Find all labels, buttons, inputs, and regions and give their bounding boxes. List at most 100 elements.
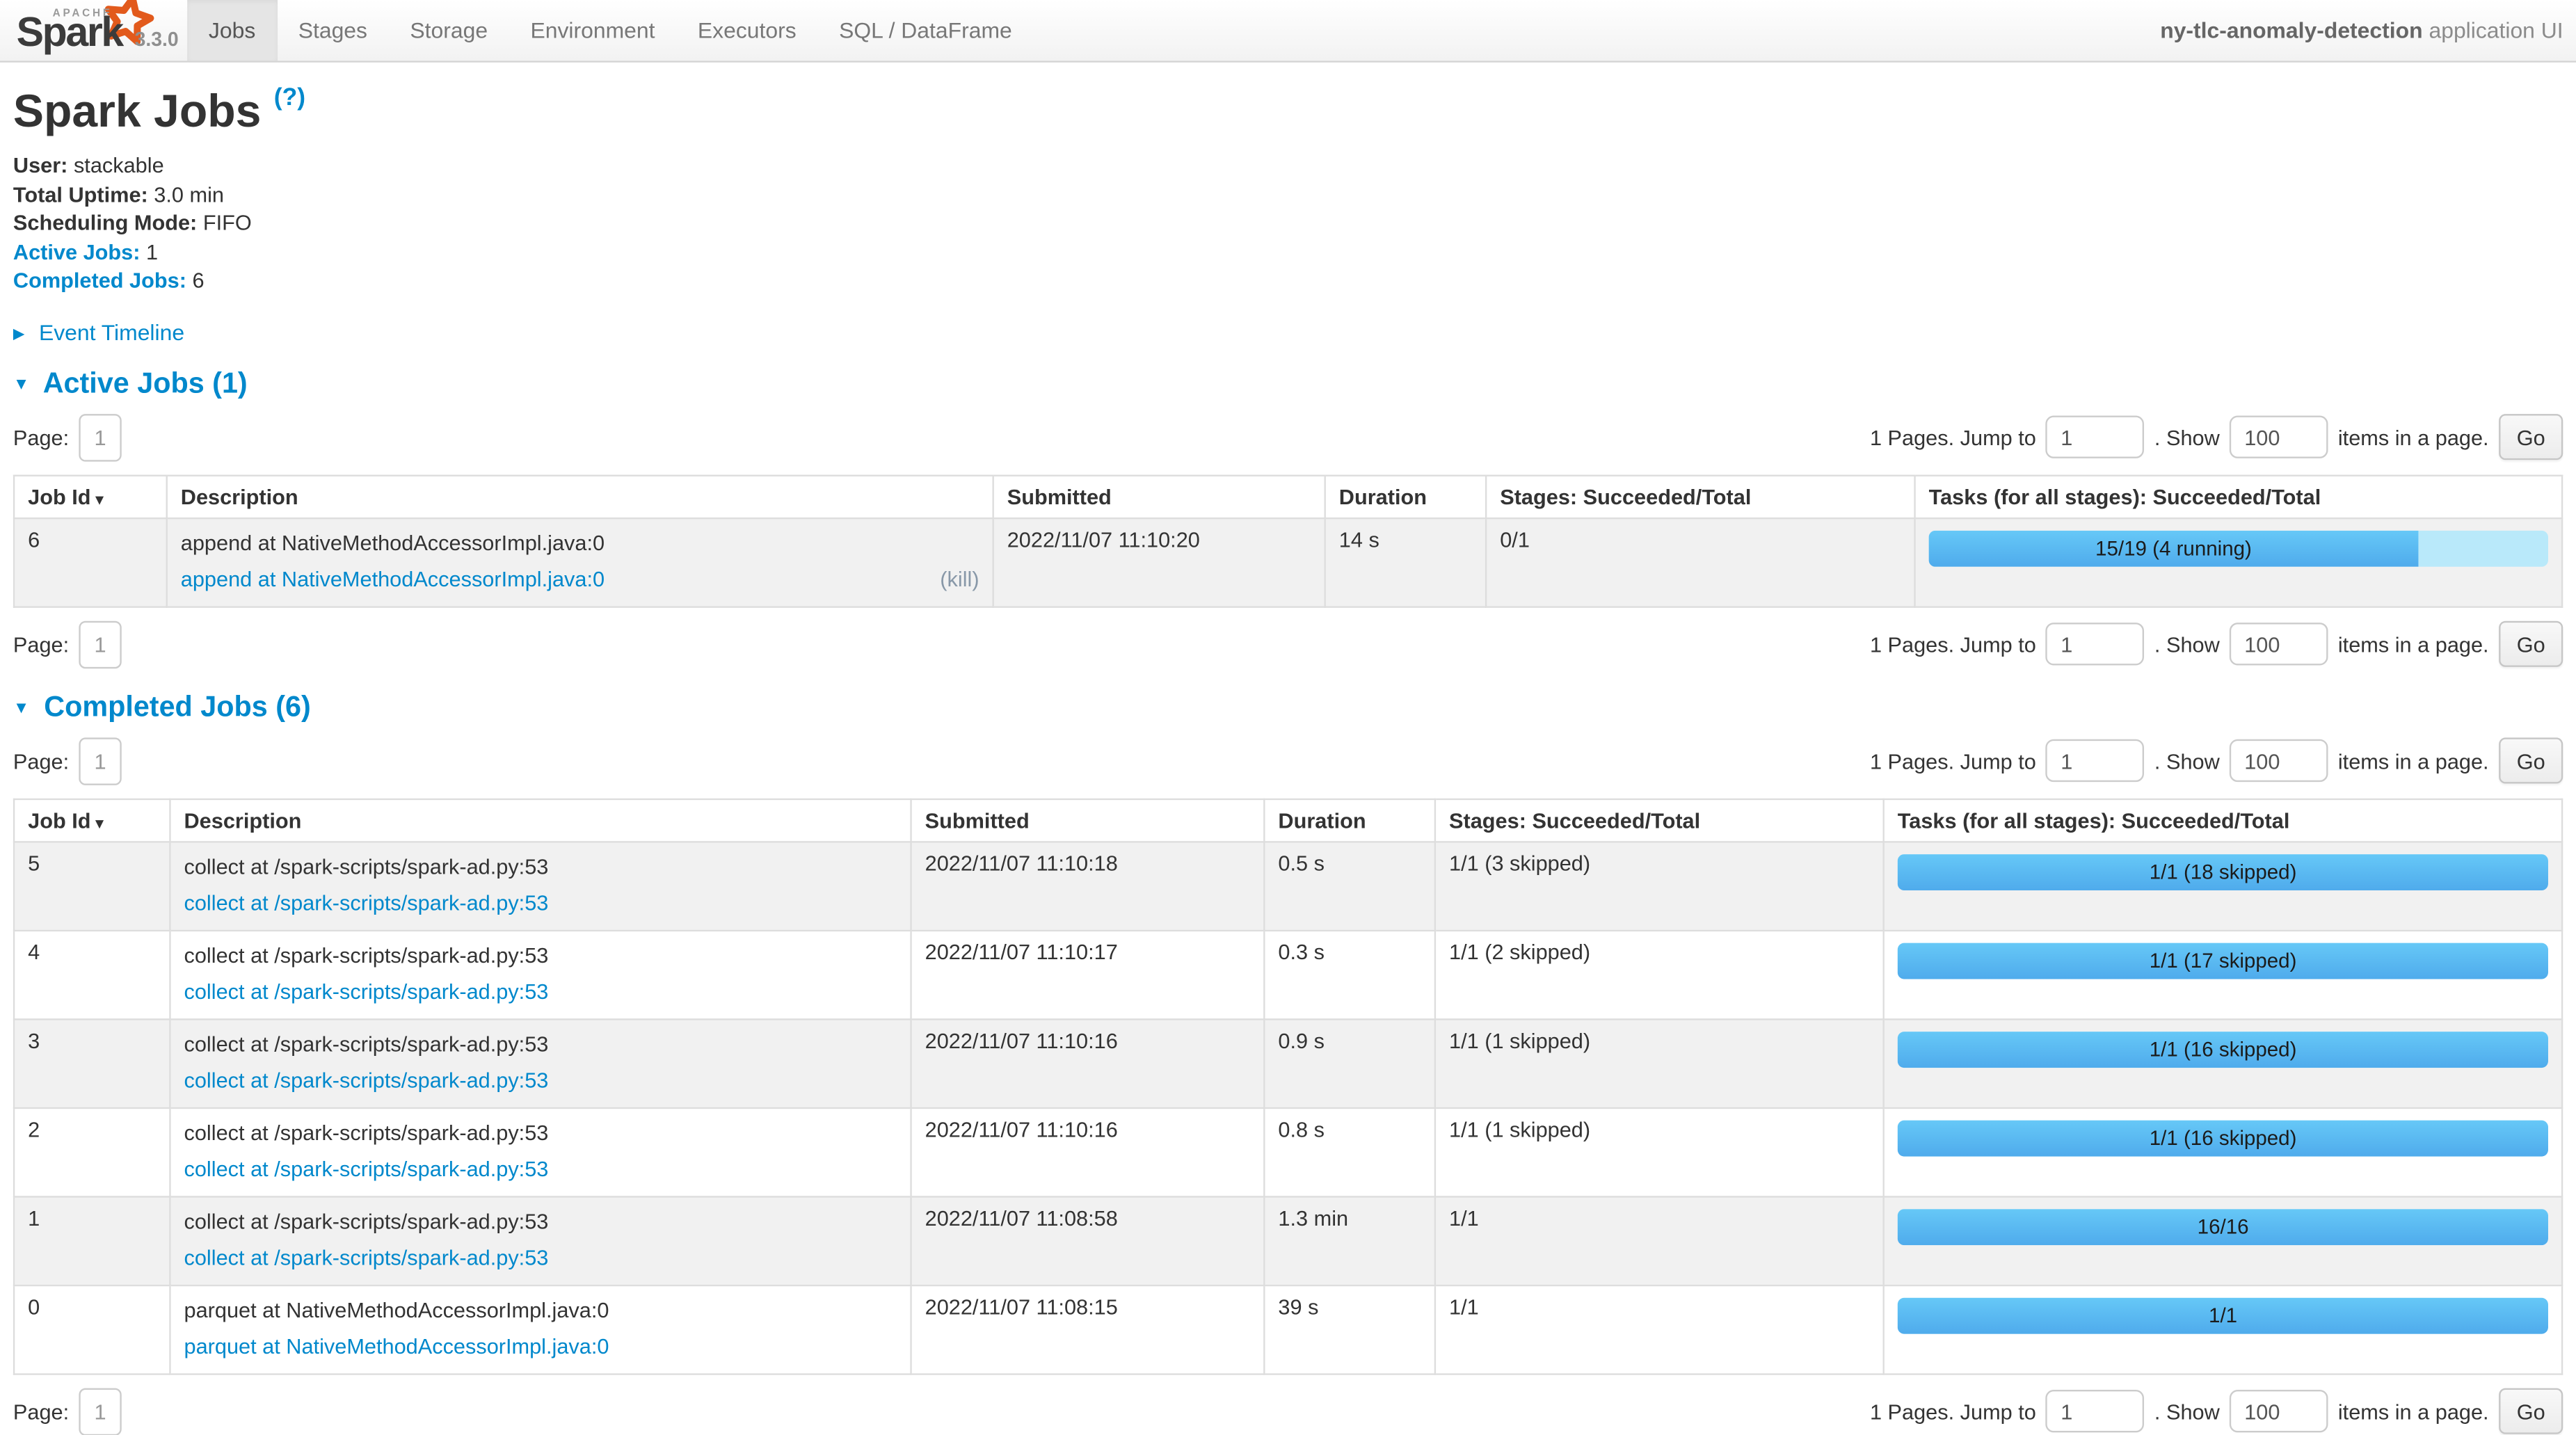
col-header-description[interactable]: Description — [170, 799, 911, 841]
tab-storage[interactable]: Storage — [389, 0, 509, 61]
duration-cell: 0.9 s — [1264, 1018, 1435, 1107]
page-number-box[interactable]: 1 — [79, 413, 121, 460]
help-tooltip-icon[interactable]: (?) — [274, 83, 305, 111]
progress-fill: 16/16 — [1898, 1208, 2549, 1244]
col-header-job-id[interactable]: Job Id▾ — [14, 475, 167, 518]
job-id-cell: 2 — [14, 1107, 170, 1196]
summary-scheduling-mode: Scheduling Mode: FIFO — [13, 209, 2563, 237]
event-timeline-toggle[interactable]: ▶ Event Timeline — [13, 319, 2563, 344]
summary-link-label[interactable]: Completed Jobs: — [13, 268, 186, 292]
description-text: collect at /spark-scripts/spark-ad.py:53 — [184, 1031, 897, 1057]
jump-to-input[interactable] — [2046, 1390, 2145, 1432]
summary-total-uptime: Total Uptime: 3.0 min — [13, 180, 2563, 209]
progress-fill: 1/1 — [1898, 1297, 2549, 1333]
items-per-page-text: items in a page. — [2338, 632, 2489, 656]
col-header-submitted[interactable]: Submitted — [911, 799, 1265, 841]
job-id-cell: 1 — [14, 1196, 170, 1285]
tab-jobs[interactable]: Jobs — [187, 0, 277, 61]
go-button[interactable]: Go — [2499, 1388, 2563, 1434]
col-header-duration[interactable]: Duration — [1325, 475, 1486, 518]
stages-cell: 1/1 (1 skipped) — [1435, 1107, 1884, 1196]
stages-cell: 1/1 (3 skipped) — [1435, 841, 1884, 930]
col-header-duration[interactable]: Duration — [1264, 799, 1435, 841]
progress-fill: 1/1 (17 skipped) — [1898, 942, 2549, 978]
summary-active-jobs: Active Jobs: 1 — [13, 237, 2563, 266]
page-title-text: Spark Jobs — [13, 86, 262, 136]
description-link[interactable]: collect at /spark-scripts/spark-ad.py:53 — [184, 1244, 549, 1271]
progress-fill: 15/19 (4 running) — [1929, 530, 2419, 566]
submitted-cell: 2022/11/07 11:10:16 — [911, 1107, 1265, 1196]
description-link[interactable]: collect at /spark-scripts/spark-ad.py:53 — [184, 978, 549, 1004]
kill-link[interactable]: (kill) — [940, 566, 979, 593]
job-id-cell: 4 — [14, 930, 170, 1019]
col-header-submitted[interactable]: Submitted — [993, 475, 1325, 518]
jump-to-input[interactable] — [2046, 739, 2145, 782]
progress-fill: 1/1 (18 skipped) — [1898, 853, 2549, 890]
summary-value: 3.0 min — [148, 182, 224, 206]
tasks-progress-bar: 16/16 — [1898, 1208, 2549, 1244]
duration-cell: 0.8 s — [1264, 1107, 1435, 1196]
col-header-job-id[interactable]: Job Id▾ — [14, 799, 170, 841]
description-cell: collect at /spark-scripts/spark-ad.py:53… — [170, 1196, 911, 1285]
sort-desc-icon: ▾ — [96, 814, 104, 831]
go-button[interactable]: Go — [2499, 621, 2563, 667]
active-jobs-header[interactable]: ▼ Active Jobs (1) — [13, 365, 2563, 400]
job-summary: User: stackableTotal Uptime: 3.0 minSche… — [13, 151, 2563, 295]
progress-fill: 1/1 (16 skipped) — [1898, 1031, 2549, 1067]
completed-jobs-header[interactable]: ▼ Completed Jobs (6) — [13, 689, 2563, 724]
jump-to-input[interactable] — [2046, 623, 2145, 665]
tasks-cell: 1/1 — [1884, 1285, 2563, 1374]
tab-stages[interactable]: Stages — [277, 0, 389, 61]
duration-cell: 1.3 min — [1264, 1196, 1435, 1285]
description-cell: collect at /spark-scripts/spark-ad.py:53… — [170, 930, 911, 1019]
tab-executors[interactable]: Executors — [676, 0, 817, 61]
tasks-cell: 16/16 — [1884, 1196, 2563, 1285]
duration-cell: 0.3 s — [1264, 930, 1435, 1019]
progress-fill: 1/1 (16 skipped) — [1898, 1119, 2549, 1155]
duration-cell: 0.5 s — [1264, 841, 1435, 930]
duration-cell: 14 s — [1325, 518, 1486, 607]
col-header-stages-succeeded-total[interactable]: Stages: Succeeded/Total — [1435, 799, 1884, 841]
summary-link-label[interactable]: Active Jobs: — [13, 239, 141, 264]
col-header-stages-succeeded-total[interactable]: Stages: Succeeded/Total — [1486, 475, 1914, 518]
description-link[interactable]: collect at /spark-scripts/spark-ad.py:53 — [184, 1155, 549, 1182]
submitted-cell: 2022/11/07 11:08:15 — [911, 1285, 1265, 1374]
tab-sql-dataframe[interactable]: SQL / DataFrame — [817, 0, 1033, 61]
show-count-input[interactable] — [2230, 623, 2328, 665]
items-per-page-text: items in a page. — [2338, 748, 2489, 773]
page-title: Spark Jobs (?) — [13, 86, 2563, 138]
stages-cell: 1/1 — [1435, 1196, 1884, 1285]
summary-label: Total Uptime: — [13, 182, 148, 206]
tasks-progress-bar: 1/1 (17 skipped) — [1898, 942, 2549, 978]
description-link[interactable]: parquet at NativeMethodAccessorImpl.java… — [184, 1333, 609, 1360]
col-header-tasks-for-all-stages-succeeded-total[interactable]: Tasks (for all stages): Succeeded/Total — [1915, 475, 2563, 518]
summary-label: Scheduling Mode: — [13, 210, 197, 234]
tasks-progress-bar: 15/19 (4 running) — [1929, 530, 2549, 566]
description-link[interactable]: collect at /spark-scripts/spark-ad.py:53 — [184, 890, 549, 916]
tab-environment[interactable]: Environment — [509, 0, 676, 61]
table-row: 0parquet at NativeMethodAccessorImpl.jav… — [14, 1285, 2562, 1374]
tasks-progress-bar: 1/1 (16 skipped) — [1898, 1119, 2549, 1155]
page-number-box[interactable]: 1 — [79, 620, 121, 668]
show-count-input[interactable] — [2230, 416, 2328, 458]
go-button[interactable]: Go — [2499, 737, 2563, 783]
description-cell: collect at /spark-scripts/spark-ad.py:53… — [170, 1018, 911, 1107]
go-button[interactable]: Go — [2499, 414, 2563, 460]
page-number-box[interactable]: 1 — [79, 737, 121, 784]
description-link[interactable]: append at NativeMethodAccessorImpl.java:… — [181, 566, 605, 593]
spark-wordmark: Spark — [17, 10, 122, 57]
completed-jobs-table: Job Id▾DescriptionSubmittedDurationStage… — [13, 798, 2563, 1374]
show-count-input[interactable] — [2230, 739, 2328, 782]
col-header-description[interactable]: Description — [167, 475, 993, 518]
submitted-cell: 2022/11/07 11:10:18 — [911, 841, 1265, 930]
table-row: 1collect at /spark-scripts/spark-ad.py:5… — [14, 1196, 2562, 1285]
items-per-page-text: items in a page. — [2338, 1399, 2489, 1423]
page-number-box[interactable]: 1 — [79, 1387, 121, 1434]
show-count-input[interactable] — [2230, 1390, 2328, 1432]
col-header-tasks-for-all-stages-succeeded-total[interactable]: Tasks (for all stages): Succeeded/Total — [1884, 799, 2563, 841]
description-link[interactable]: collect at /spark-scripts/spark-ad.py:53 — [184, 1067, 549, 1093]
pagination-bar: Page: 1 1 Pages. Jump to . Show items in… — [13, 737, 2563, 784]
collapse-right-icon: ▶ — [13, 324, 24, 341]
jump-to-input[interactable] — [2046, 416, 2145, 458]
summary-completed-jobs: Completed Jobs: 6 — [13, 266, 2563, 295]
